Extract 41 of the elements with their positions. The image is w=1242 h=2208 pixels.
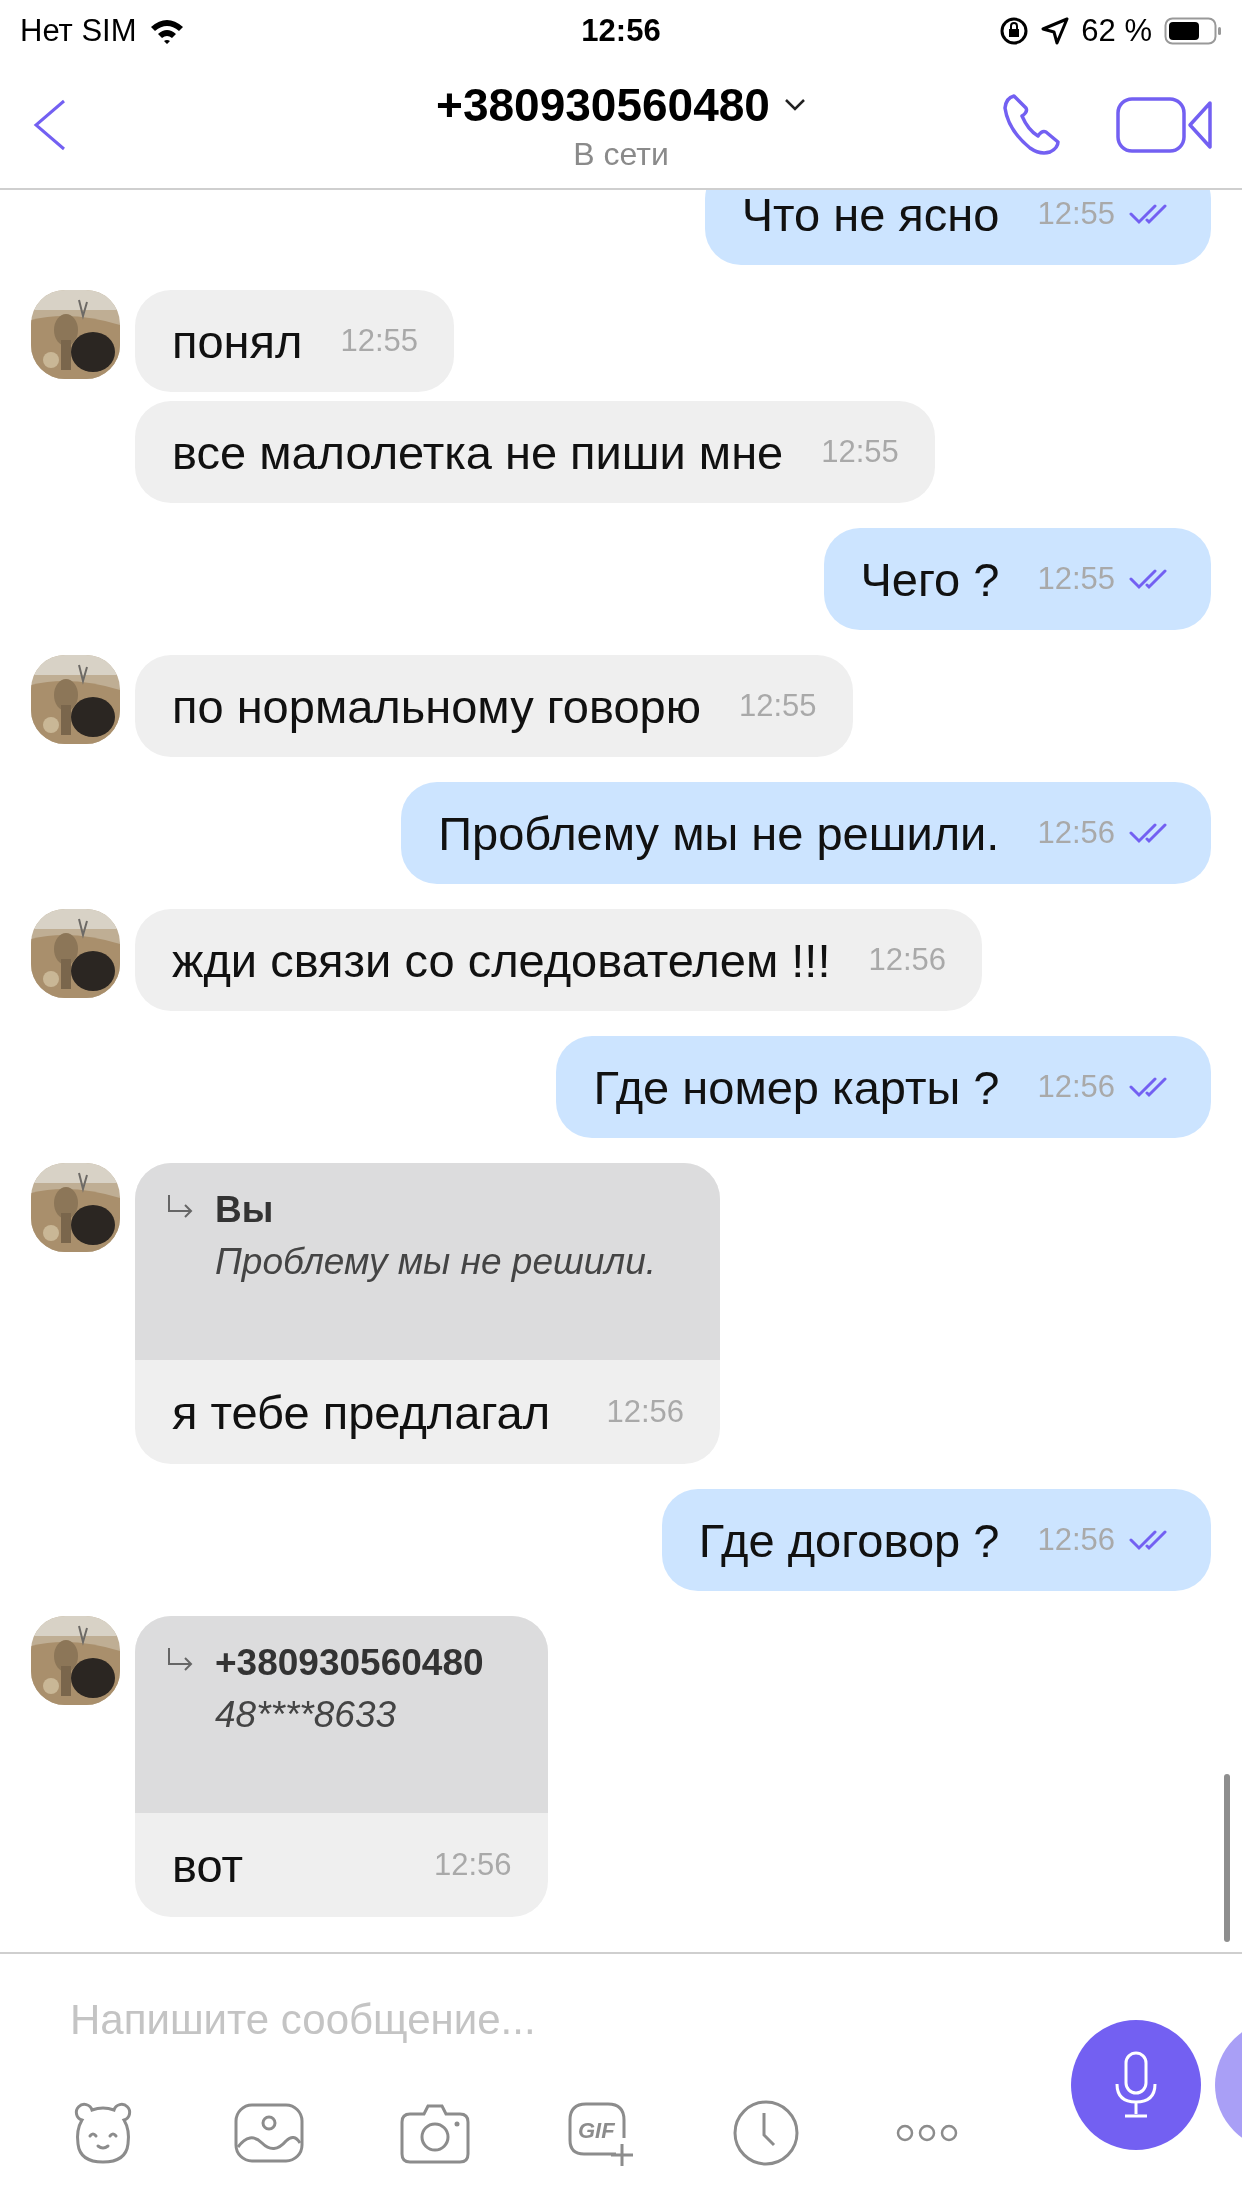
message-text: Проблему мы не решили.: [438, 805, 1000, 861]
message-time: 12:55: [340, 323, 418, 359]
message-text: Что не ясно: [741, 190, 1000, 242]
message-time: 12:56: [1037, 1522, 1115, 1558]
quote-text: Проблему мы не решили.: [215, 1241, 656, 1283]
chevron-down-icon[interactable]: [783, 97, 806, 112]
clock-button[interactable]: [732, 2099, 800, 2167]
message-time: 12:56: [1037, 1069, 1115, 1105]
message-time: 12:56: [606, 1394, 684, 1430]
message-time: 12:55: [1037, 196, 1115, 232]
message-text: понял: [172, 313, 303, 369]
online-status: В сети: [573, 135, 669, 173]
message-text: жди связи со следователем !!!: [172, 932, 831, 988]
message-time: 12:56: [868, 942, 947, 978]
camera-button[interactable]: [400, 2102, 470, 2164]
message-text: Где номер карты ?: [593, 1059, 1000, 1115]
gallery-button[interactable]: [234, 2103, 304, 2163]
quote-text: 48****8633: [215, 1694, 398, 1736]
battery-icon: [1164, 17, 1222, 45]
message-time: 12:55: [738, 688, 817, 724]
rotation-lock-icon: [999, 16, 1030, 46]
message-time: 12:55: [821, 434, 899, 470]
message-text: все малолетка не пиши мне: [172, 424, 784, 480]
quote-author: Вы: [215, 1189, 275, 1231]
video-call-button[interactable]: [1116, 95, 1212, 155]
message-input[interactable]: Напишите сообщение...: [70, 1990, 770, 2050]
message-text: Где договор ?: [698, 1512, 1000, 1568]
contact-name[interactable]: +380930560480: [436, 77, 770, 132]
message-time: 12:55: [1037, 561, 1115, 597]
message-time: 12:56: [1037, 815, 1115, 851]
location-arrow-icon: [1041, 17, 1070, 45]
message-text: вот: [172, 1837, 244, 1893]
message-time: 12:56: [433, 1847, 512, 1883]
clock-time: 12:56: [581, 13, 661, 49]
battery-percent: 62 %: [1081, 13, 1152, 49]
message-text: по нормальному говорю: [172, 678, 701, 734]
more-button[interactable]: [896, 2124, 958, 2142]
message-text: я тебе предлагал: [172, 1384, 551, 1440]
carrier-label: Нет SIM: [20, 13, 137, 49]
message-text: Чего ?: [860, 551, 1000, 607]
quote-author: +380930560480: [215, 1642, 484, 1684]
